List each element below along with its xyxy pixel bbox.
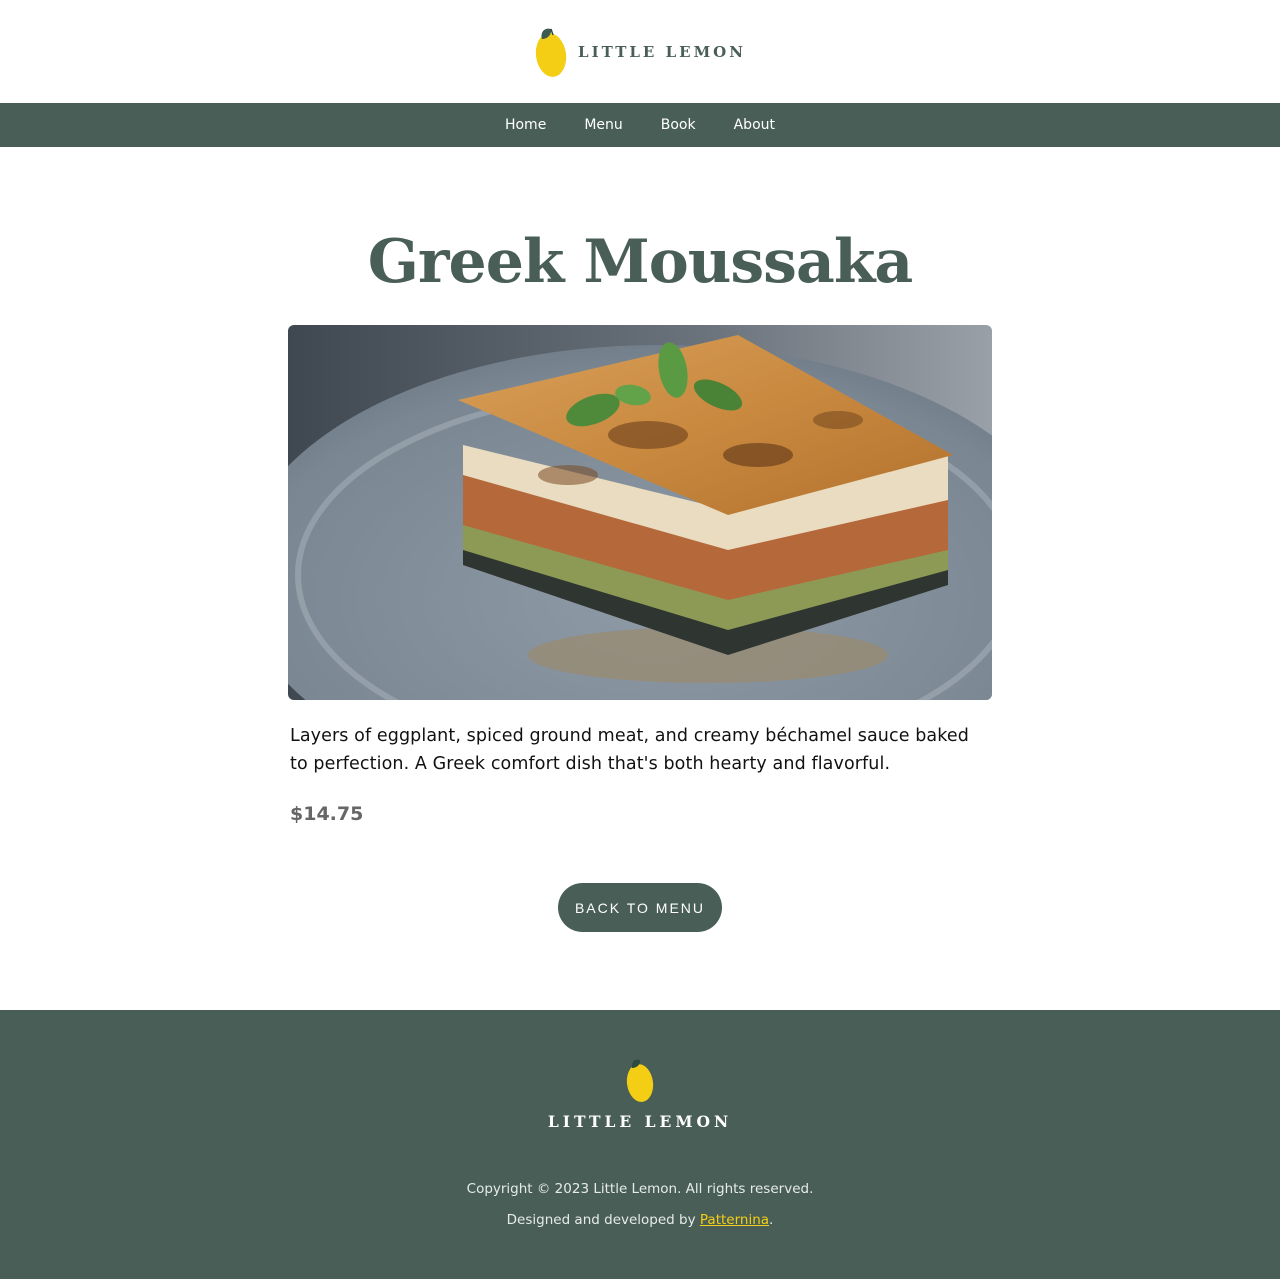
footer-brand-name: LITTLE LEMON (547, 1112, 733, 1131)
back-to-menu-button[interactable]: BACK TO MENU (558, 883, 722, 932)
footer-copyright: Copyright © 2023 Little Lemon. All right… (466, 1181, 814, 1197)
dish-title: Greek Moussaka (367, 227, 914, 297)
lemon-icon (535, 28, 567, 77)
footer-credit-prefix: Designed and developed by (506, 1212, 700, 1228)
back-button-wrapper: BACK TO MENU (288, 883, 992, 932)
brand-logo-link[interactable]: LITTLE LEMON (534, 25, 746, 79)
nav-home[interactable]: Home (505, 117, 546, 133)
main-nav: Home Menu Book About (0, 103, 1280, 147)
footer-credit-suffix: . (769, 1212, 774, 1228)
brand-name: LITTLE LEMON (578, 42, 746, 61)
nav-menu[interactable]: Menu (584, 117, 622, 133)
footer-credit: Designed and developed by Patternina. (0, 1212, 1280, 1228)
dish-detail: Greek Moussaka Layers of eggplant, spice… (288, 229, 992, 932)
nav-about[interactable]: About (734, 117, 775, 133)
nav-book[interactable]: Book (661, 117, 696, 133)
site-footer: LITTLE LEMON Copyright © 2023 Little Lem… (0, 1010, 1280, 1279)
site-header: LITTLE LEMON (0, 0, 1280, 103)
dish-description: Layers of eggplant, spiced ground meat, … (290, 726, 969, 774)
dish-price: $14.75 (290, 803, 364, 825)
footer-credit-link[interactable]: Patternina (700, 1212, 769, 1228)
lemon-icon (626, 1059, 654, 1102)
footer-logo[interactable] (0, 1056, 1280, 1104)
dish-image (288, 325, 992, 700)
